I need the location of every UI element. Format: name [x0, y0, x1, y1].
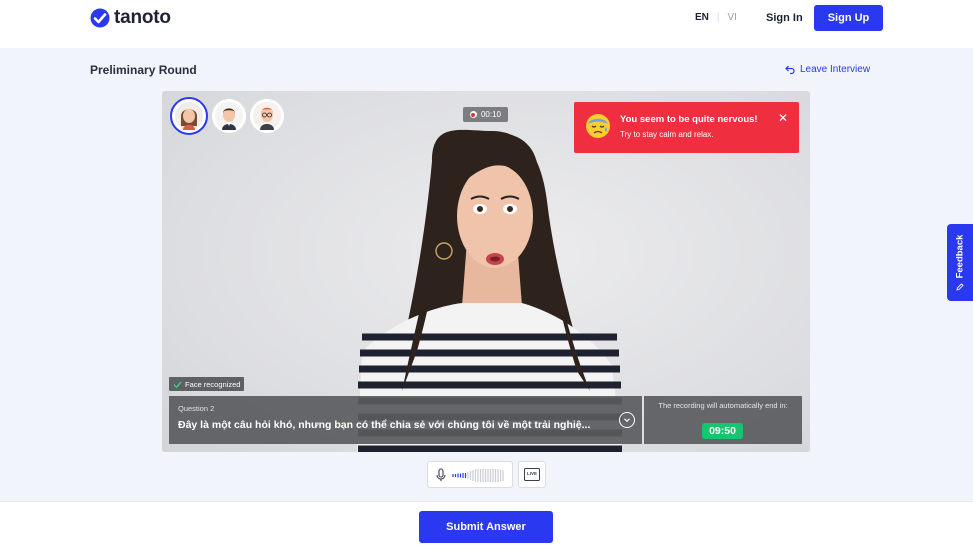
close-icon[interactable]: ✕ — [778, 111, 788, 125]
microphone-icon — [436, 468, 446, 481]
alert-title: You seem to be quite nervous! — [620, 114, 758, 125]
lang-divider: | — [716, 12, 720, 23]
expand-question-button[interactable] — [619, 412, 635, 428]
language-switcher: EN | VI — [695, 12, 737, 23]
top-navbar: tanoto EN | VI Sign In Sign Up — [0, 0, 973, 48]
leave-interview-link[interactable]: Leave Interview — [785, 64, 870, 75]
avatar-woman[interactable] — [170, 97, 208, 135]
undo-arrow-icon — [785, 65, 795, 74]
recording-timer-panel: The recording will automatically end in:… — [644, 396, 802, 444]
woman-avatar-icon — [175, 102, 203, 130]
record-dot-icon — [469, 111, 477, 118]
audio-level-meter — [452, 469, 504, 482]
recording-indicator: 00:10 — [463, 107, 508, 122]
face-recognized-badge: Face recognized — [169, 377, 245, 391]
question-label: Question 2 — [178, 404, 215, 413]
page-title: Preliminary Round — [90, 63, 197, 77]
footer-bar: Submit Answer — [0, 501, 973, 547]
lang-vi-option[interactable]: VI — [728, 12, 737, 23]
avatar-man[interactable] — [212, 99, 246, 133]
face-status-text: Face recognized — [185, 379, 241, 389]
recording-time: 00:10 — [480, 110, 502, 119]
sign-in-link[interactable]: Sign In — [766, 12, 803, 24]
question-text: Đây là một câu hỏi khó, nhưng bạn có thể… — [178, 419, 591, 431]
alert-subtitle: Try to stay calm and relax. — [620, 130, 714, 139]
check-badge-icon — [90, 8, 110, 28]
nervous-alert: You seem to be quite nervous! Try to sta… — [574, 102, 799, 153]
anxious-face-emoji-icon — [586, 114, 610, 138]
timer-note: The recording will automatically end in: — [658, 401, 788, 410]
feedback-label: Feedback — [954, 234, 966, 278]
man-avatar-icon — [215, 102, 243, 130]
timer-value: 09:50 — [702, 423, 743, 439]
microphone-control[interactable] — [427, 461, 513, 488]
question-panel: Question 2 Đây là một câu hỏi khó, nhưng… — [169, 396, 642, 444]
live-chat-icon: LIVE — [524, 468, 540, 481]
avatar-man-glasses[interactable] — [250, 99, 284, 133]
brand-name: tanoto — [114, 7, 171, 28]
feedback-label-wrap: Feedback — [955, 234, 966, 291]
pencil-icon — [956, 282, 964, 291]
feedback-tab[interactable]: Feedback — [947, 224, 973, 301]
check-icon — [173, 381, 182, 388]
video-preview: 00:10 You seem to be quite nervous! Try … — [162, 91, 810, 452]
brand-logo[interactable]: tanoto — [90, 7, 171, 29]
live-chat-button[interactable]: LIVE — [518, 461, 546, 488]
sign-up-button[interactable]: Sign Up — [814, 5, 883, 31]
lang-en-option[interactable]: EN — [695, 12, 709, 23]
man-glasses-avatar-icon — [253, 102, 281, 130]
live-label: LIVE — [526, 471, 537, 476]
chevron-down-icon — [624, 418, 630, 423]
participant-avatars — [170, 97, 284, 135]
submit-answer-button[interactable]: Submit Answer — [419, 511, 553, 543]
leave-interview-label: Leave Interview — [800, 64, 871, 75]
